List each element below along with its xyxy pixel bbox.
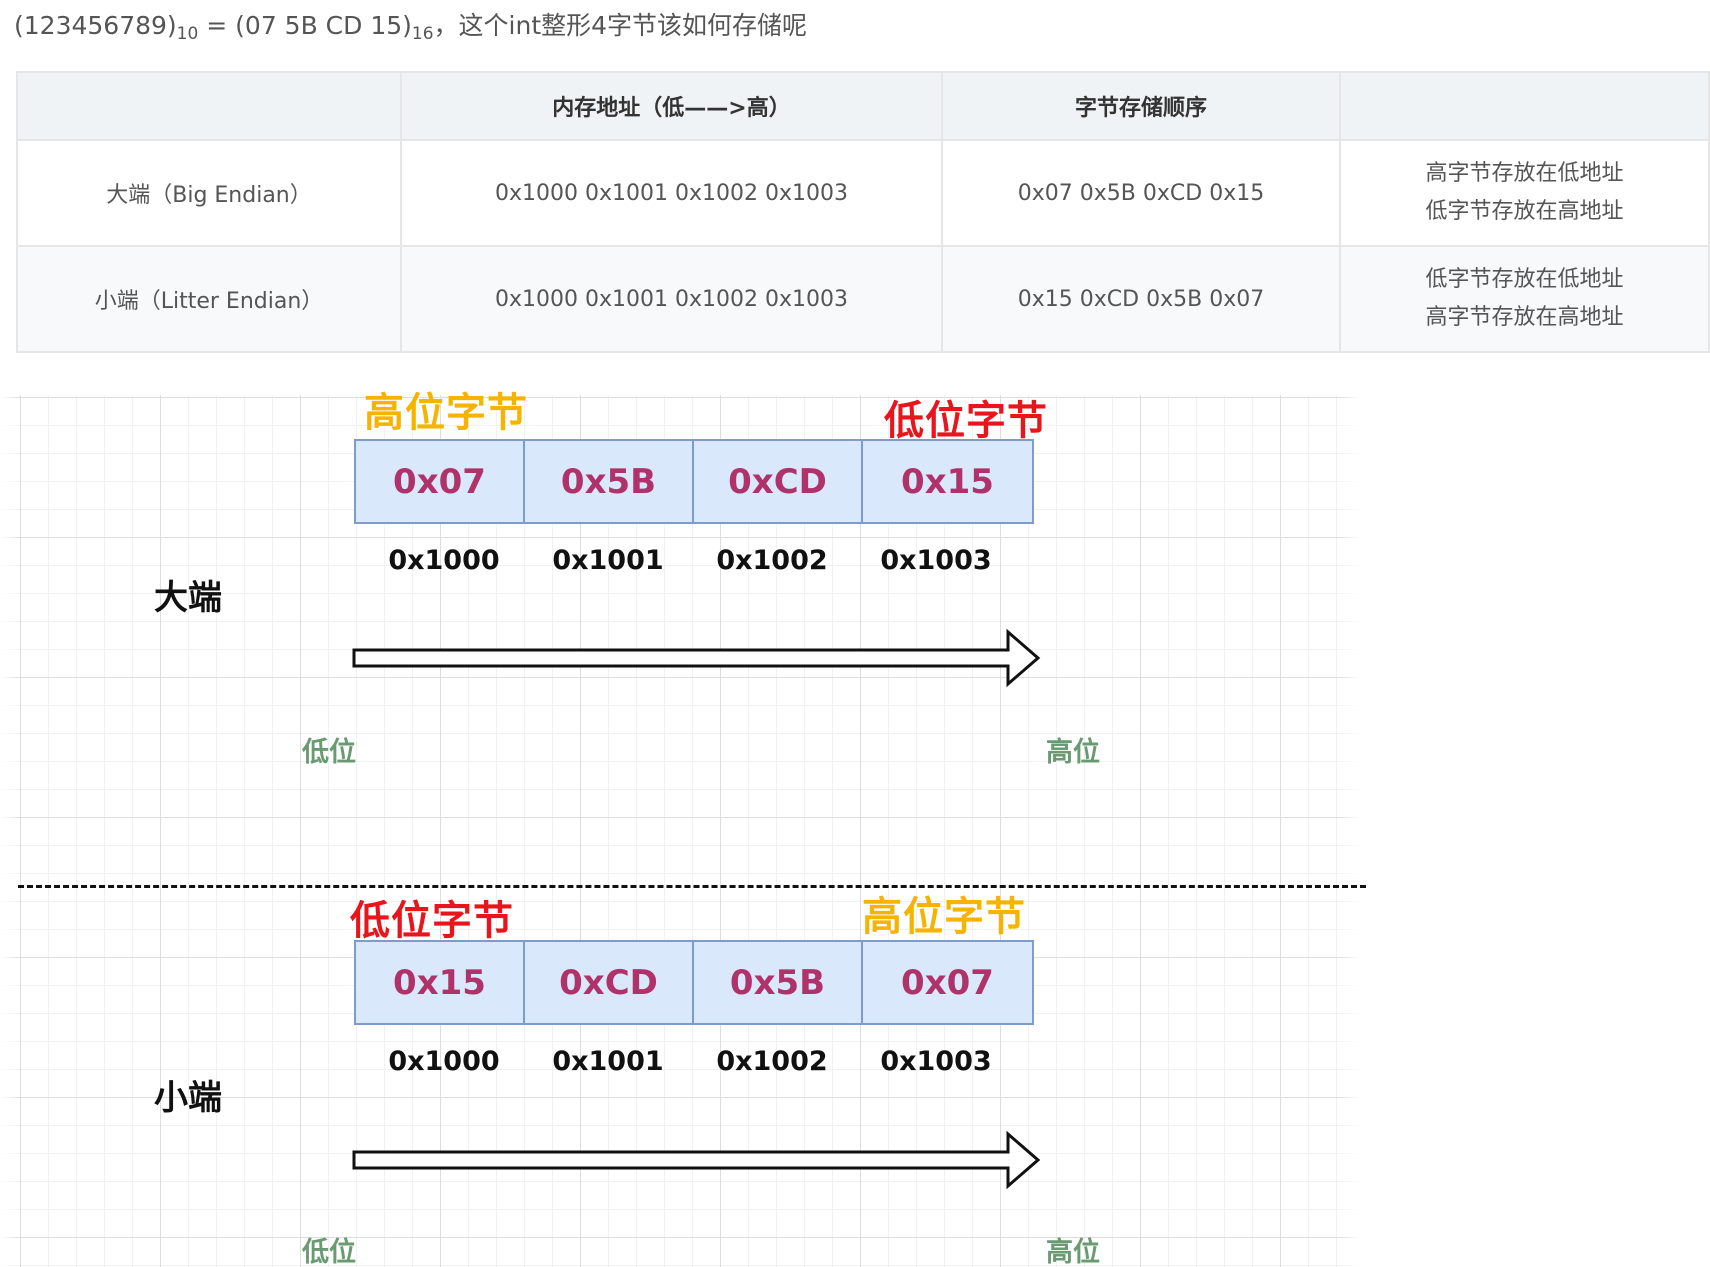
little-endian-high-byte-caption: 高位字节	[862, 894, 1026, 940]
big-endian-arrow-icon	[352, 628, 1041, 688]
little-endian-label: 小端	[154, 1078, 222, 1118]
little-endian-high-position-label: 高位	[1046, 1237, 1100, 1267]
little-endian-low-position-label: 低位	[302, 1237, 356, 1267]
diagram-overlay: 高位字节 低位字节 0x07 0x5B 0xCD 0x15 0x1000 0x1…	[0, 0, 1710, 1267]
address-label: 0x1003	[880, 545, 992, 576]
address-label: 0x1000	[388, 1046, 500, 1077]
little-endian-arrow-icon	[352, 1130, 1041, 1190]
address-label: 0x1000	[388, 545, 500, 576]
byte-cell: 0x15	[901, 461, 994, 502]
address-label: 0x1002	[716, 1046, 828, 1077]
big-endian-label: 大端	[154, 578, 222, 618]
byte-cell: 0x5B	[694, 942, 863, 1023]
byte-cell: 0x5B	[525, 441, 694, 522]
byte-cell: 0x07	[356, 441, 525, 522]
big-endian-byte-cells: 0x07 0x5B 0xCD 0x15	[354, 439, 1034, 524]
little-endian-byte-cells: 0x15 0xCD 0x5B 0x07	[354, 940, 1034, 1025]
address-label: 0x1003	[880, 1046, 992, 1077]
big-endian-high-position-label: 高位	[1046, 737, 1100, 768]
byte-cell: 0x07	[901, 962, 994, 1003]
byte-cell: 0x15	[356, 942, 525, 1023]
section-divider	[18, 885, 1366, 888]
byte-cell: 0xCD	[694, 441, 863, 522]
big-endian-addresses: 0x1000 0x1001 0x1002 0x1003	[362, 545, 1018, 576]
address-label: 0x1002	[716, 545, 828, 576]
big-endian-high-byte-caption: 高位字节	[364, 390, 528, 436]
address-label: 0x1001	[552, 545, 664, 576]
byte-cell: 0xCD	[525, 942, 694, 1023]
little-endian-addresses: 0x1000 0x1001 0x1002 0x1003	[362, 1046, 1018, 1077]
big-endian-low-byte-caption: 低位字节	[884, 398, 1048, 444]
address-label: 0x1001	[552, 1046, 664, 1077]
big-endian-low-position-label: 低位	[302, 737, 356, 768]
little-endian-low-byte-caption: 低位字节	[350, 898, 514, 944]
